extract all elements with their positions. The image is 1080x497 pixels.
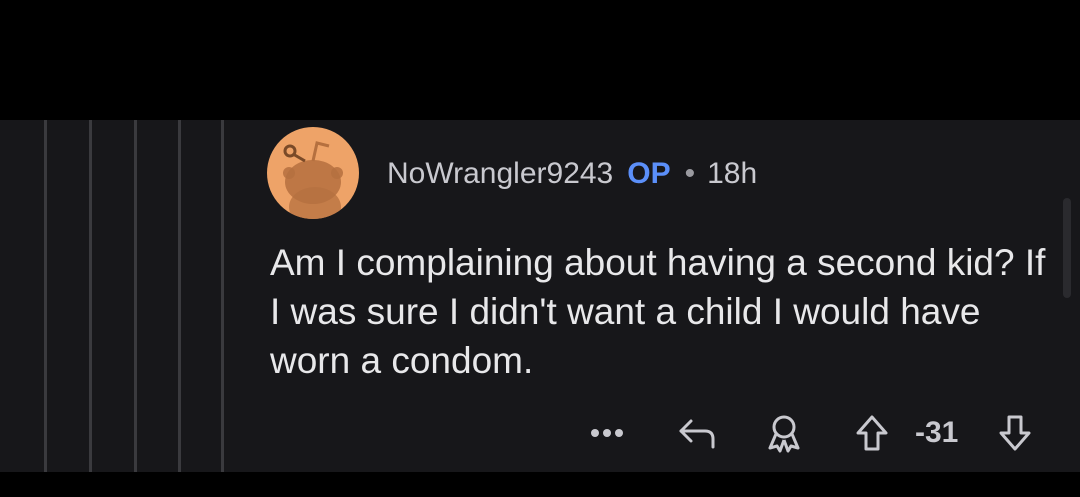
comment-text: Am I complaining about having a second k…: [270, 242, 1046, 381]
reply-icon: [679, 419, 715, 449]
thread-indent-line[interactable]: [89, 120, 92, 472]
reply-button[interactable]: [673, 408, 723, 458]
op-badge: OP: [627, 157, 671, 190]
comment-action-bar: -31: [585, 408, 1045, 458]
downvote-icon: [999, 415, 1031, 451]
comment-timestamp: 18h: [707, 157, 758, 190]
downvote-button[interactable]: [990, 408, 1040, 458]
avatar[interactable]: [267, 127, 359, 219]
thread-indent-line[interactable]: [134, 120, 137, 472]
more-options-icon: [591, 429, 623, 437]
upvote-button[interactable]: [847, 408, 897, 458]
snoo-avatar-icon: [283, 141, 343, 219]
scrollbar[interactable]: [1063, 198, 1071, 298]
more-options-button[interactable]: [585, 408, 629, 458]
vote-score: -31: [915, 416, 959, 449]
upvote-icon: [856, 415, 888, 451]
comment-thread: NoWrangler9243 OP • 18h Am I complaining…: [0, 120, 1080, 472]
username-link[interactable]: NoWrangler9243: [387, 157, 613, 191]
meta-separator: •: [684, 157, 696, 190]
award-button[interactable]: [760, 408, 808, 458]
top-black-bar: [0, 0, 1080, 120]
thread-indent-line[interactable]: [221, 120, 224, 472]
thread-indent-line[interactable]: [44, 120, 47, 472]
thread-indent-line[interactable]: [178, 120, 181, 472]
comment-meta: NoWrangler9243 OP • 18h: [387, 154, 757, 194]
award-icon: [768, 415, 800, 453]
bottom-black-bar: [0, 472, 1080, 497]
